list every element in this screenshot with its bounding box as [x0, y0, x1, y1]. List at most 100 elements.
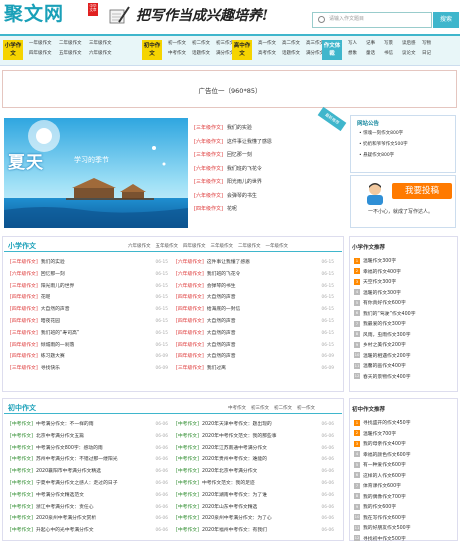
section-tab[interactable]: 一年级作文 [266, 244, 289, 249]
article-row[interactable]: [中考作文]2020年中考作文范文：我的那些事06-06 [176, 431, 334, 443]
nav-link[interactable]: 记事 [366, 41, 375, 47]
article-link[interactable]: [中考作文]苏州中考满分作文：不错过那一缕阳光 [10, 454, 118, 466]
article-row[interactable]: [三年级作文]寻找快乐06-09 [10, 363, 168, 375]
article-category-tag[interactable]: [四年级作文] [176, 295, 204, 300]
article-title[interactable]: 会弹琴的书生 [227, 193, 257, 199]
article-title[interactable]: 大自然的声音 [207, 319, 236, 324]
article-link[interactable]: [中考作文]2020年中考作文范文：我的那些事 [176, 431, 277, 443]
article-category-tag[interactable]: [四年级作文] [10, 354, 38, 359]
article-category-tag[interactable]: [中考作文] [10, 422, 33, 427]
rank-item[interactable]: 9我的作文600字 [354, 503, 456, 514]
article-link[interactable]: [中考作文]2020年贵州中考作文：难能的 [176, 454, 267, 466]
article-title[interactable]: 升起心中的光中考满分作文 [36, 528, 94, 533]
article-title[interactable]: 练习题大赛 [41, 354, 65, 359]
article-category-tag[interactable]: [四年级作文] [176, 307, 204, 312]
article-category-tag[interactable]: [中考作文] [176, 493, 199, 498]
article-row[interactable]: [三年级作文]我们过离06-09 [176, 363, 334, 375]
article-link[interactable]: [中考作文]升起心中的光中考满分作文 [10, 525, 94, 537]
article-title[interactable]: 2020年山东中考作文精选 [202, 505, 257, 510]
article-title[interactable]: 倾城雨的一刹落 [41, 343, 75, 348]
article-category-tag[interactable]: [六年级作文] [194, 166, 223, 172]
nav-link[interactable]: 读后感 [402, 41, 416, 47]
rank-title[interactable]: 我的作文600字 [363, 505, 396, 510]
article-row[interactable]: [中考作文]宁夏中考满分作文之感人：走过的日子06-06 [10, 478, 168, 490]
rank-title[interactable]: 有一种爱作文600字 [363, 463, 406, 468]
article-row[interactable]: [中考作文]2020泉州中考满分作文赏析06-06 [10, 513, 168, 525]
article-link[interactable]: [四年级作文]大自然的声音 [176, 328, 236, 340]
article-title[interactable]: 大自然的声音 [41, 307, 70, 312]
article-row[interactable]: [六年级作文]这件事让我懂了感恩06-15 [176, 257, 334, 269]
article-category-tag[interactable]: [中考作文] [10, 481, 33, 486]
rank-item[interactable]: 11我的好朋友作文500字 [354, 524, 456, 535]
nav-link[interactable]: 初二作文 [192, 41, 210, 47]
contribute-button[interactable]: 我要投稿 [392, 183, 452, 199]
article-category-tag[interactable]: [六年级作文] [194, 139, 223, 145]
article-title[interactable]: 北京中考满分作文五篇 [36, 434, 84, 439]
article-row[interactable]: [四年级作文]暗夜花园06-15 [10, 316, 168, 328]
article-row[interactable]: [中考作文]升起心中的光中考满分作文06-06 [10, 525, 168, 537]
article-title[interactable]: 2020襄阳市中考满分作文精选 [36, 469, 101, 474]
article-category-tag[interactable]: [中考作文] [176, 422, 199, 427]
rank-item[interactable]: 6这样的人作文600字 [354, 472, 456, 483]
article-category-tag[interactable]: [四年级作文] [10, 307, 38, 312]
article-category-tag[interactable]: [中考作文] [10, 493, 33, 498]
nav-link[interactable]: 六年级作文 [89, 51, 112, 57]
article-link[interactable]: [中考作文]2020年江苏南通中考满分作文 [176, 443, 267, 455]
article-category-tag[interactable]: [三年级作文] [10, 284, 38, 289]
section-tab[interactable]: 初二作文 [274, 406, 292, 411]
primary-section-title[interactable]: 小学作文 [8, 241, 36, 251]
article-row[interactable]: [中考作文]苏州中考满分作文：不错过那一缕阳光06-06 [10, 454, 168, 466]
rank-title[interactable]: 体育课作文600字 [363, 484, 401, 489]
rank-title[interactable]: 春天的景物作文400字 [363, 375, 411, 380]
section-tab[interactable]: 六年级作文 [128, 244, 151, 249]
rank-title[interactable]: 我的偶像作文700字 [363, 495, 406, 500]
article-row[interactable]: [中考作文]2020年天津中考作文：题出现的06-06 [176, 419, 334, 431]
nav-link[interactable]: 书信 [384, 51, 393, 57]
lead-list-item[interactable]: [三年级作文]我们的实验 [194, 122, 272, 136]
article-category-tag[interactable]: [三年级作文] [10, 331, 38, 336]
article-title[interactable]: 阳光雨儿的世界 [41, 284, 75, 289]
article-link[interactable]: [中考作文]北京中考满分作文五篇 [10, 431, 84, 443]
article-title[interactable]: 给海底的一封信 [207, 307, 241, 312]
article-title[interactable]: 回忆那一刻 [227, 152, 252, 158]
article-category-tag[interactable]: [四年级作文] [176, 319, 204, 324]
article-title[interactable]: 中考满分作文800字：感动的雨 [36, 446, 103, 451]
article-title[interactable]: 苏州中考满分作文：不错过那一缕阳光 [36, 457, 118, 462]
rank-title[interactable]: 我最爱的作文300字 [363, 322, 406, 327]
nav-link[interactable]: 写景 [384, 41, 393, 47]
featured-banner-image[interactable] [4, 118, 188, 228]
article-link[interactable]: [四年级作文]大自然的声音 [176, 340, 236, 352]
section-tab[interactable]: 四年级作文 [183, 244, 206, 249]
nav-category-2[interactable]: 高中作文 [232, 40, 252, 60]
article-row[interactable]: [三年级作文]我们的实验06-15 [10, 257, 168, 269]
article-link[interactable]: [四年级作文]给海底的一封信 [176, 304, 240, 316]
article-row[interactable]: [四年级作文]给海底的一封信06-15 [176, 304, 334, 316]
nav-category-1[interactable]: 初中作文 [142, 40, 162, 60]
article-row[interactable]: [三年级作文]我们班的“寿司高”06-15 [10, 328, 168, 340]
article-row[interactable]: [四年级作文]大自然的声音06-09 [176, 351, 334, 363]
article-title[interactable]: 寻找快乐 [41, 366, 60, 371]
article-category-tag[interactable]: [三年级作文] [194, 152, 223, 158]
rank-item[interactable]: 2幸福的作文400字 [354, 268, 456, 279]
article-row[interactable]: [四年级作文]大自然的声音06-15 [10, 304, 168, 316]
rank-title[interactable]: 天空作文300字 [363, 280, 396, 285]
article-title[interactable]: 我们班的飞花令 [207, 272, 241, 277]
article-link[interactable]: [四年级作文]花呢 [10, 292, 50, 304]
article-link[interactable]: [四年级作文]练习题大赛 [10, 351, 65, 363]
article-category-tag[interactable]: [三年级作文] [176, 366, 204, 371]
rank-item[interactable]: 5有一种爱作文600字 [354, 461, 456, 472]
article-title[interactable]: 2020泉州中考满分作文赏析 [36, 516, 96, 521]
rank-item[interactable]: 1寻找盛开的作文450字 [354, 419, 456, 430]
notice-item[interactable]: • 悬疑作文800字 [359, 152, 394, 158]
article-row[interactable]: [中考作文]2020年湖南中考作文：为了谁06-06 [176, 490, 334, 502]
article-row[interactable]: [中考作文]中考作文范文：我的足迹06-06 [176, 478, 334, 490]
rank-item[interactable]: 1温暖作文300字 [354, 257, 456, 268]
article-link[interactable]: [中考作文]2020年北京中考满分作文 [176, 466, 257, 478]
article-title[interactable]: 会弹琴的书生 [207, 284, 236, 289]
article-category-tag[interactable]: [中考作文] [10, 434, 33, 439]
article-row[interactable]: [中考作文]2020襄阳市中考满分作文精选06-06 [10, 466, 168, 478]
nav-link[interactable]: 高二作文 [282, 41, 300, 47]
article-link[interactable]: [四年级作文]大自然的声音 [176, 292, 236, 304]
article-title[interactable]: 阳光雨儿的世界 [227, 179, 262, 185]
section-tab[interactable]: 三年级作文 [211, 244, 234, 249]
